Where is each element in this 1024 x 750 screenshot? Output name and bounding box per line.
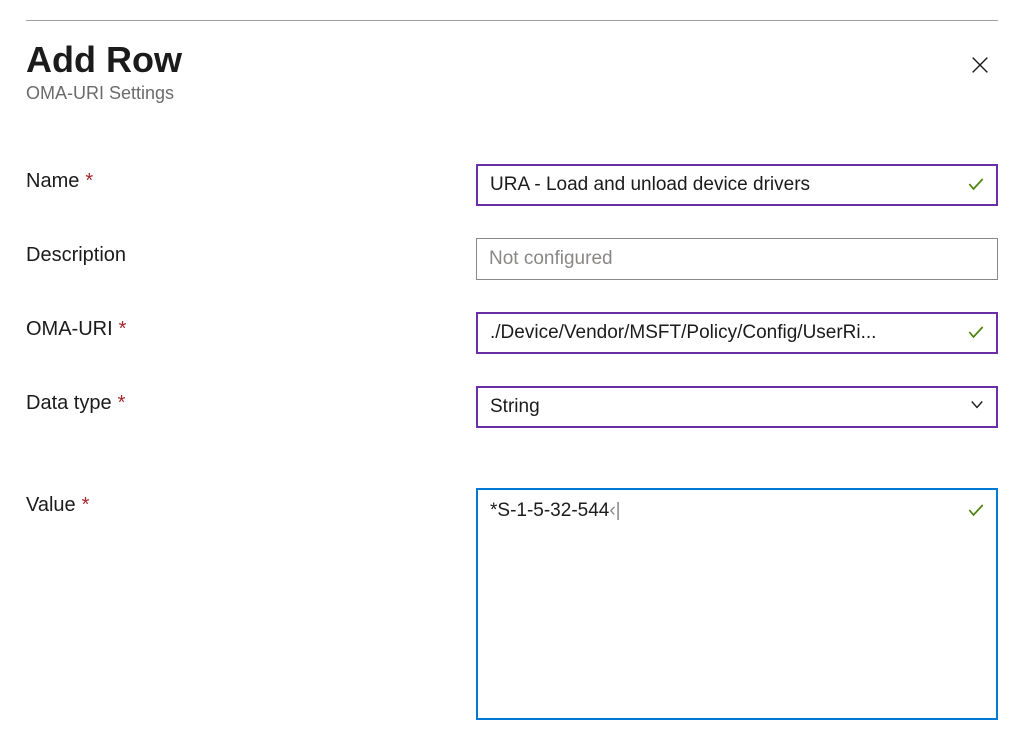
required-marker: * bbox=[119, 318, 127, 341]
value-textarea[interactable]: *S-1-5-32-544‹| bbox=[476, 488, 998, 720]
required-marker: * bbox=[85, 170, 93, 193]
description-label: Description bbox=[26, 244, 126, 267]
name-label: Name bbox=[26, 170, 79, 193]
close-button[interactable] bbox=[962, 49, 998, 85]
close-icon bbox=[969, 54, 991, 81]
value-label: Value bbox=[26, 494, 76, 517]
page-subtitle: OMA-URI Settings bbox=[26, 83, 182, 104]
name-input[interactable] bbox=[476, 164, 998, 206]
description-input[interactable] bbox=[476, 238, 998, 280]
checkmark-icon bbox=[966, 500, 986, 525]
oma-uri-input[interactable] bbox=[476, 312, 998, 354]
oma-uri-label: OMA-URI bbox=[26, 318, 113, 341]
required-marker: * bbox=[118, 392, 126, 415]
data-type-select[interactable]: String bbox=[476, 386, 998, 428]
data-type-value: String bbox=[490, 396, 540, 418]
text-cursor: ‹| bbox=[609, 500, 620, 521]
data-type-label: Data type bbox=[26, 392, 112, 415]
page-title: Add Row bbox=[26, 39, 182, 81]
required-marker: * bbox=[82, 494, 90, 517]
